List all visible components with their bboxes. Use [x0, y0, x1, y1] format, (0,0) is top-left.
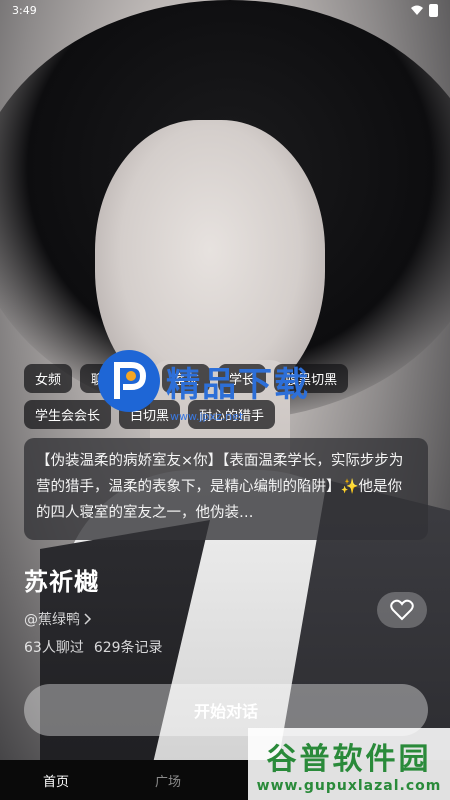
- character-description[interactable]: 【伪装温柔的病娇室友×你】【表面温柔学长，实际步步为营的猎手，温柔的表象下，是精…: [24, 438, 428, 540]
- corner-watermark-title: 谷普软件园: [266, 742, 432, 777]
- status-bar: 3:49: [0, 0, 450, 20]
- character-name: 苏祈樾: [24, 568, 99, 596]
- status-time: 3:49: [12, 3, 37, 17]
- watermark-logo: 精品下载: [98, 350, 310, 412]
- chevron-right-icon: [84, 613, 92, 625]
- record-count: 629条记录: [93, 640, 163, 656]
- author-name: @蕉绿鸭: [24, 612, 80, 628]
- corner-watermark: 谷普软件园 www.gupuxlazal.com: [248, 728, 450, 800]
- heart-icon: [390, 599, 414, 621]
- character-chat-screen: 3:49 女频 聊天对话 室友 学长 腹黑切黑 学生会会长 白切黑 耐心的猎手 …: [0, 0, 450, 800]
- corner-watermark-url: www.gupuxlazal.com: [256, 778, 442, 794]
- nav-home[interactable]: 首页: [0, 760, 112, 800]
- watermark-url: www.jpxz.net: [170, 410, 244, 423]
- watermark-p-icon: [98, 350, 160, 412]
- like-button[interactable]: [377, 592, 427, 628]
- battery-icon: [429, 3, 438, 17]
- author-link[interactable]: @蕉绿鸭: [24, 609, 92, 629]
- nav-square[interactable]: 广场: [112, 760, 224, 800]
- watermark-text: 精品下载: [166, 364, 310, 405]
- character-stats: 63人聊过 629条记录: [24, 637, 163, 657]
- tag: 女频: [24, 364, 73, 393]
- wifi-icon: [411, 5, 423, 15]
- chat-count: 63人聊过: [24, 640, 84, 656]
